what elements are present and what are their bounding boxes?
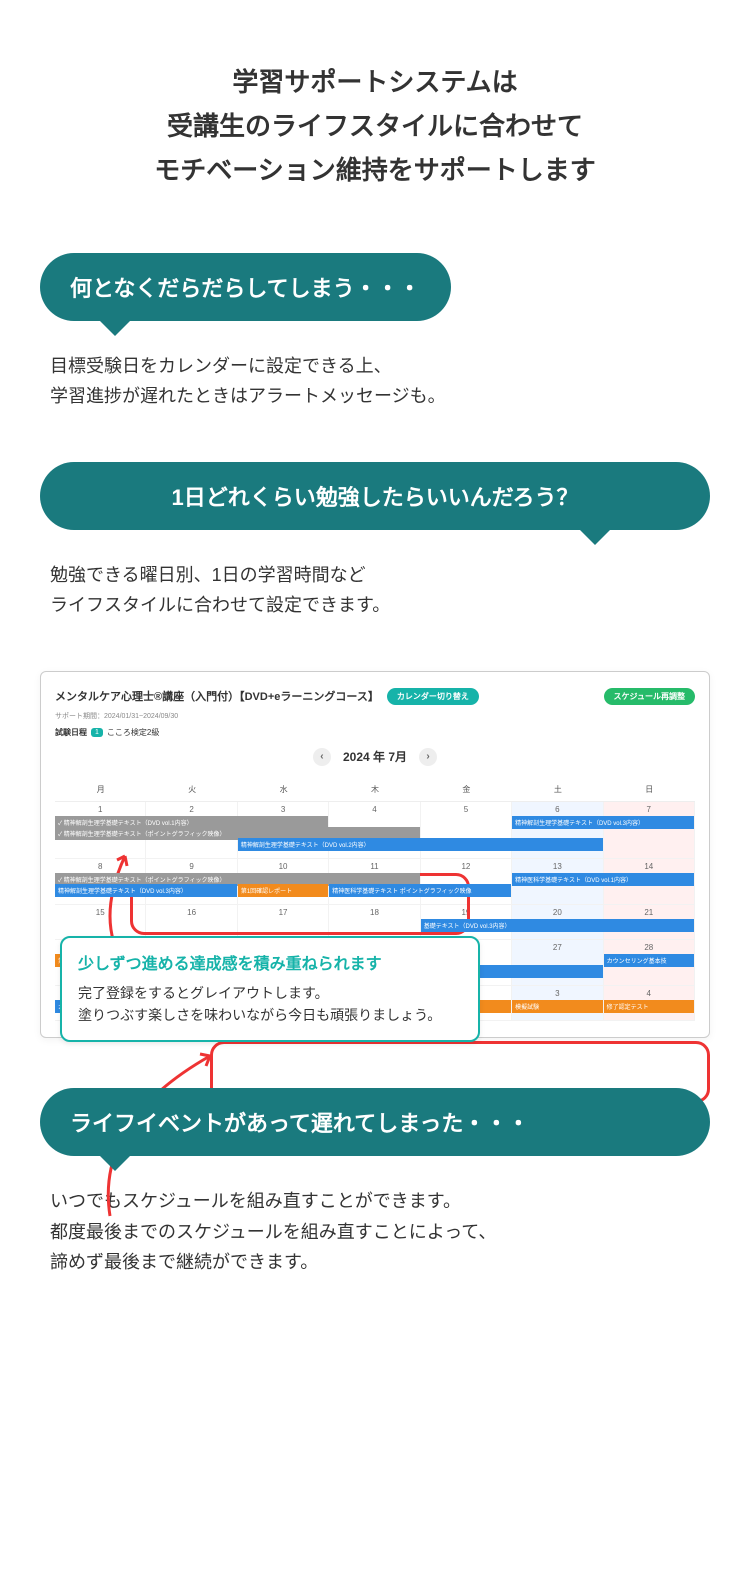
prev-month-button[interactable]: ‹ xyxy=(313,748,331,766)
dow-header: 月 xyxy=(55,778,146,802)
schedule-bar[interactable]: 修了認定テスト xyxy=(604,1000,694,1013)
calendar-cell[interactable]: 1✓ 精神解剖生理学基礎テキスト（DVD vol.1内容）✓ 精神解剖生理学基礎… xyxy=(55,802,146,859)
calendar-cell[interactable]: 13精神医科学基礎テキスト（DVD vol.1内容） xyxy=(512,859,603,905)
exam-schedule: 試験日程 1 こころ検定2級 xyxy=(55,727,695,738)
callout-box: 少しずつ進める達成感を積み重ねられます 完了登録をするとグレイアウトします。塗り… xyxy=(60,936,480,1042)
section-text-2: 勉強できる曜日別、1日の学習時間などライフスタイルに合わせて設定できます。 xyxy=(40,560,710,621)
calendar-cell[interactable]: 15 xyxy=(55,905,146,940)
callout-title: 少しずつ進める達成感を積み重ねられます xyxy=(78,952,462,978)
bubble-3: ライフイベントがあって遅れてしまった・・・ xyxy=(40,1088,710,1156)
calendar-cell[interactable]: 16 xyxy=(146,905,237,940)
calendar-cell[interactable]: 27 xyxy=(512,940,603,986)
calendar-cell[interactable]: 4修了認定テスト xyxy=(604,986,695,1021)
dow-header: 火 xyxy=(146,778,237,802)
schedule-bar[interactable]: 精神解剖生理学基礎テキスト（DVD vol.3内容） xyxy=(55,884,237,897)
dow-header: 木 xyxy=(329,778,420,802)
next-month-button[interactable]: › xyxy=(419,748,437,766)
calendar-cell[interactable]: 18 xyxy=(329,905,420,940)
calendar-cell[interactable]: 12 xyxy=(421,859,512,905)
calendar-cell[interactable]: 8✓ 精神解剖生理学基礎テキスト（ポイントグラフィック映像）精神解剖生理学基礎テ… xyxy=(55,859,146,905)
calendar-cell[interactable]: 3模擬試験 xyxy=(512,986,603,1021)
bubble-1: 何となくだらだらしてしまう・・・ xyxy=(40,253,451,321)
schedule-bar[interactable]: 精神医科学基礎テキスト（DVD vol.1内容） xyxy=(512,873,694,886)
calendar-cell[interactable]: 7 xyxy=(604,802,695,859)
calendar-switch-button[interactable]: カレンダー切り替え xyxy=(387,688,479,705)
calendar-cell[interactable]: 17 xyxy=(238,905,329,940)
month-label: 2024 年 7月 xyxy=(343,748,407,765)
course-title: メンタルケア心理士®講座（入門付）【DVD+eラーニングコース】 xyxy=(55,688,379,704)
support-period: サポート期間：2024/01/31~2024/09/30 xyxy=(55,711,695,721)
schedule-bar[interactable]: 精神医科学基礎テキスト ポイントグラフィック映像 xyxy=(329,884,511,897)
section-text-3: いつでもスケジュールを組み直すことができます。都度最後までのスケジュールを組み直… xyxy=(40,1186,710,1278)
schedule-bar[interactable]: 精神解剖生理学基礎テキスト（DVD vol.2内容） xyxy=(238,838,603,851)
callout-body: 完了登録をするとグレイアウトします。塗りつぶす楽しさを味わいながら今日も頑張りま… xyxy=(78,982,462,1027)
dow-header: 日 xyxy=(604,778,695,802)
reschedule-button[interactable]: スケジュール再調整 xyxy=(604,688,695,705)
bubble-2: 1日どれくらい勉強したらいいんだろう？ xyxy=(40,462,710,530)
headline: 学習サポートシステムは受講生のライフスタイルに合わせてモチベーション維持をサポー… xyxy=(40,60,710,193)
schedule-bar[interactable]: 第1回確認レポート xyxy=(238,884,328,897)
schedule-bar[interactable]: 模擬試験 xyxy=(512,1000,602,1013)
calendar-figure: メンタルケア心理士®講座（入門付）【DVD+eラーニングコース】 カレンダー切り… xyxy=(40,671,710,1038)
dow-header: 土 xyxy=(512,778,603,802)
schedule-bar[interactable]: 精神解剖生理学基礎テキスト（DVD vol.3内容） xyxy=(512,816,694,829)
calendar-cell[interactable]: 19基礎テキスト（DVD vol.3内容） xyxy=(421,905,512,940)
section-text-1: 目標受験日をカレンダーに設定できる上、学習進捗が遅れたときはアラートメッセージも… xyxy=(40,351,710,412)
schedule-bar[interactable]: 基礎テキスト（DVD vol.3内容） xyxy=(421,919,694,932)
schedule-bar[interactable]: カウンセリング基本技 xyxy=(604,954,694,967)
dow-header: 水 xyxy=(238,778,329,802)
dow-header: 金 xyxy=(421,778,512,802)
calendar-cell[interactable]: 28カウンセリング基本技 xyxy=(604,940,695,986)
